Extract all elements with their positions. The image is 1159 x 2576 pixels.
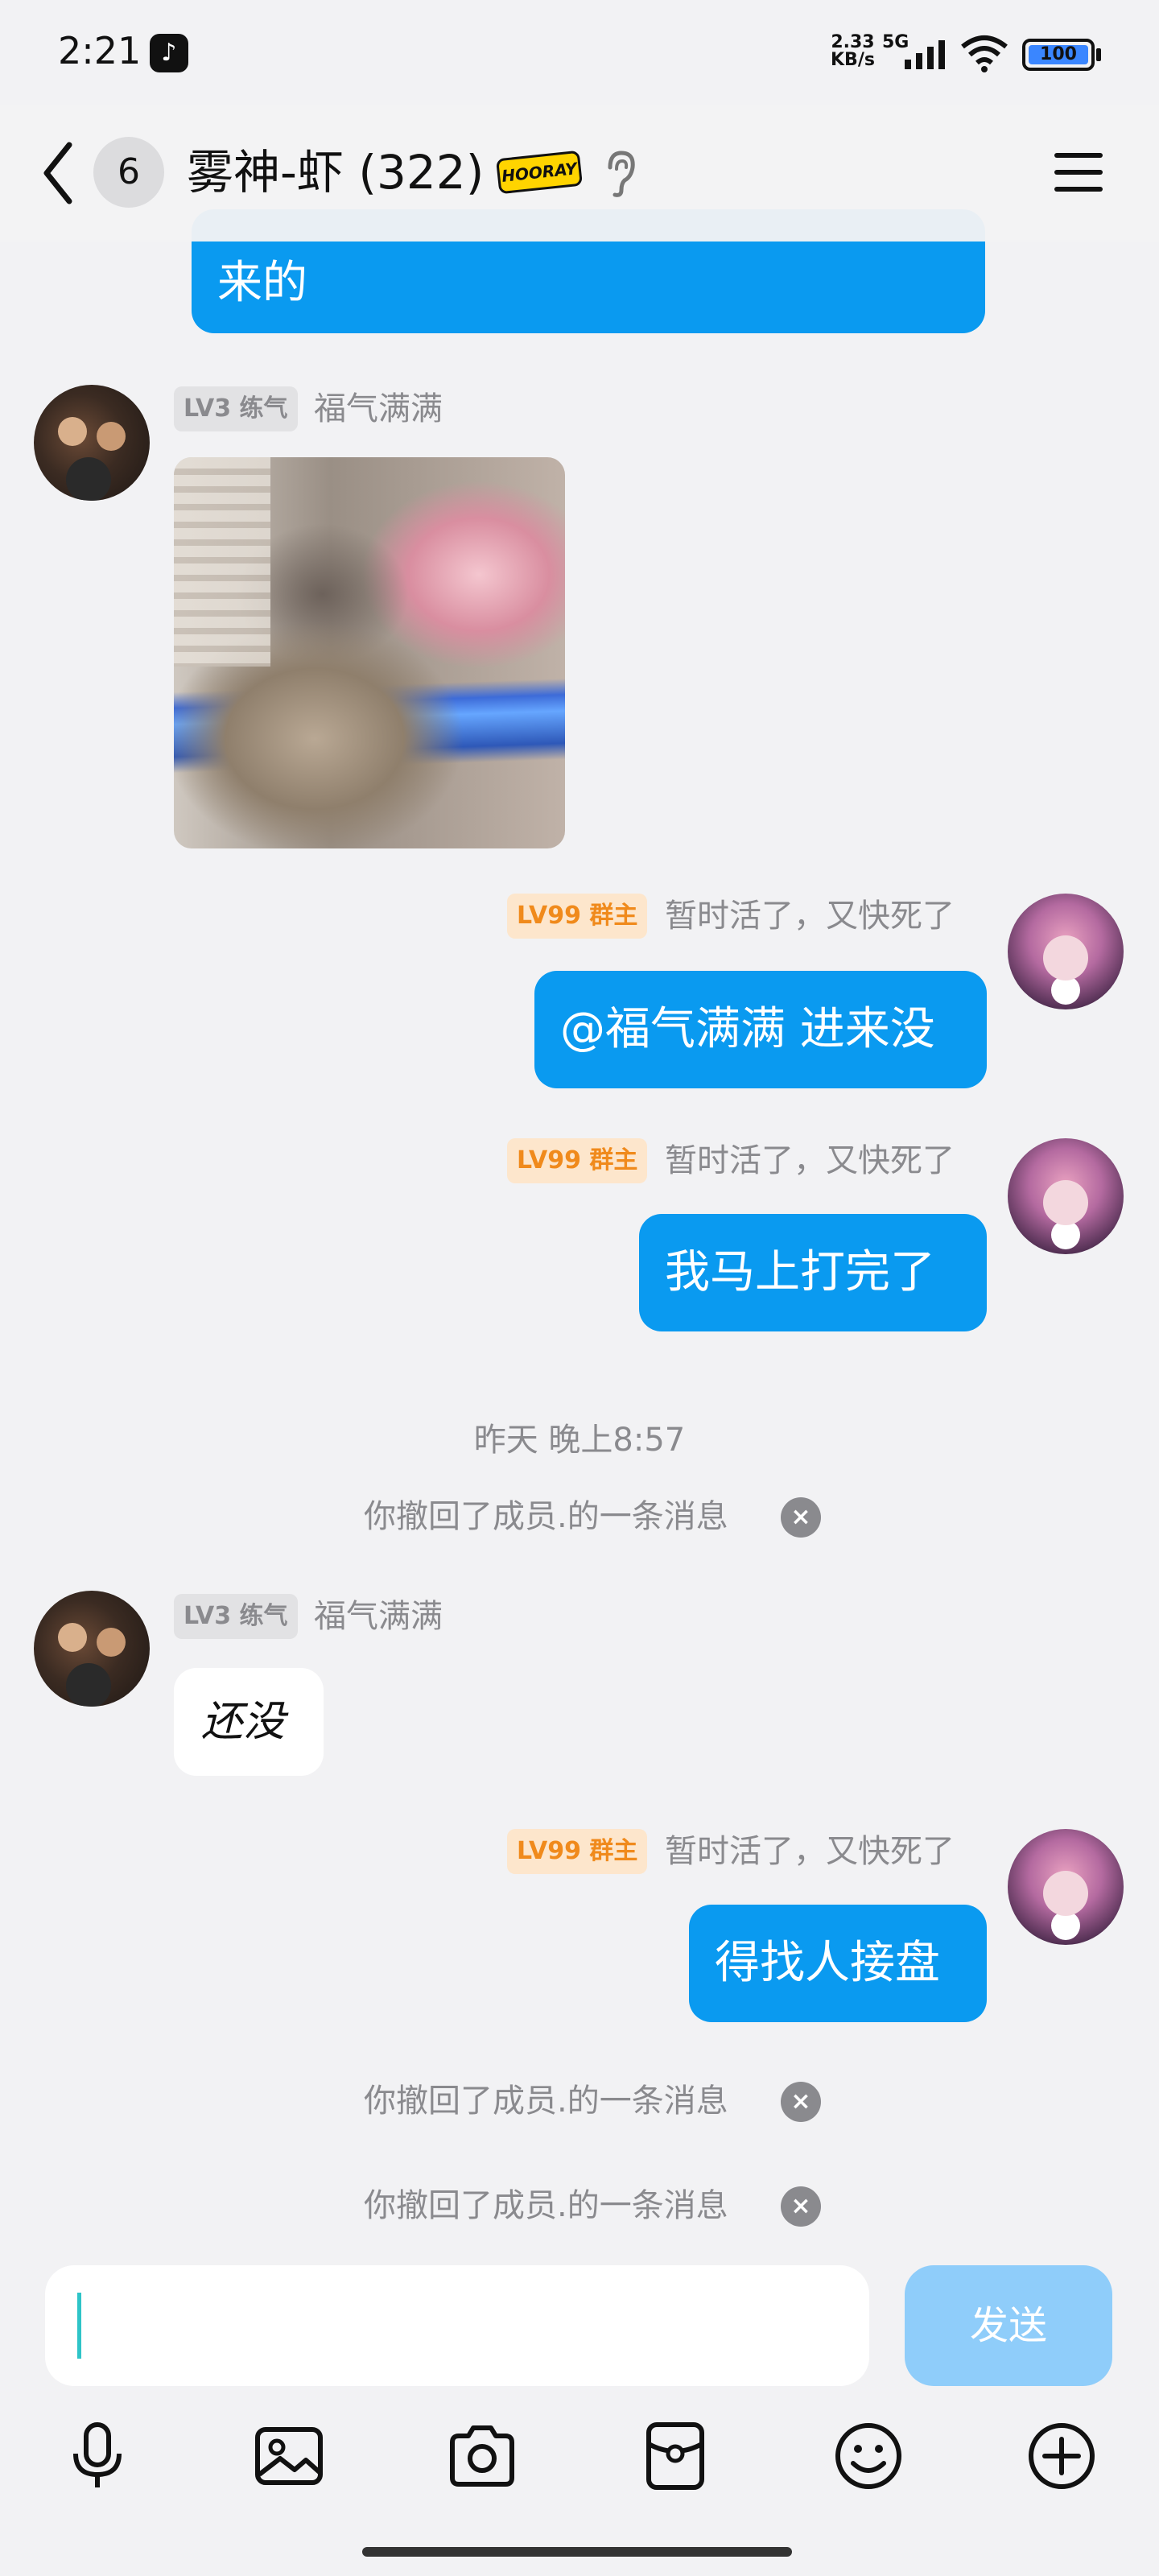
tiktok-icon: ♪ (150, 34, 188, 72)
hooray-badge[interactable]: HOORAY (495, 150, 584, 195)
message-text: 我马上打完了 (665, 1246, 935, 1298)
avatar[interactable] (1008, 894, 1124, 1009)
microphone-icon[interactable] (61, 2420, 134, 2492)
close-icon[interactable]: × (781, 2082, 821, 2122)
input-area: 发送 (0, 2246, 1159, 2576)
message-bubble-outgoing[interactable]: 得找人接盘 (689, 1905, 987, 2022)
back-icon[interactable] (37, 137, 82, 209)
net-speed: 2.33 KB/s (831, 34, 875, 69)
sender-name[interactable]: 暂时活了，又快死了 (665, 1138, 955, 1183)
battery-tip (1096, 48, 1101, 61)
unread-count-badge[interactable]: 6 (93, 137, 164, 208)
red-packet-icon[interactable] (639, 2420, 711, 2492)
signal-icon (905, 40, 945, 69)
image-icon[interactable] (253, 2420, 325, 2492)
message-image[interactable] (174, 457, 565, 848)
wifi-icon (961, 35, 1008, 72)
avatar[interactable] (34, 385, 150, 501)
text-caret (77, 2293, 81, 2359)
sender-name[interactable]: 暂时活了，又快死了 (665, 894, 955, 939)
send-button[interactable]: 发送 (905, 2265, 1112, 2386)
emoji-icon[interactable] (832, 2420, 905, 2492)
sender-name[interactable]: 福气满满 (314, 1594, 443, 1639)
avatar[interactable] (1008, 1829, 1124, 1945)
close-icon[interactable]: × (781, 1497, 821, 1538)
net-speed-unit: KB/s (831, 50, 875, 70)
net-speed-value: 2.33 (831, 32, 875, 52)
menu-icon[interactable] (1051, 145, 1106, 200)
camera-icon[interactable] (446, 2420, 518, 2492)
status-bar: 2:21 ♪ 2.33 KB/s 5G 100 (0, 0, 1159, 105)
sender-name[interactable]: 暂时活了，又快死了 (665, 1829, 955, 1874)
message-text: 得找人接盘 (715, 1937, 940, 1989)
message-text: 来的 (217, 257, 307, 309)
recall-notice: 你撤回了成员.的一条消息 (364, 1498, 728, 1535)
message-bubble-outgoing[interactable]: @福气满满 进来没 (534, 971, 987, 1088)
sender-name[interactable]: 福气满满 (314, 386, 443, 431)
member-level-tag: LV3 练气 (174, 1594, 298, 1639)
message-bubble-incoming[interactable]: 还没 (174, 1668, 324, 1776)
message-timestamp: 昨天 晚上8:57 (473, 1422, 686, 1459)
recall-notice: 你撤回了成员.的一条消息 (364, 2083, 728, 2120)
chat-title[interactable]: 雾神-虾 (322) (187, 137, 484, 208)
plus-icon[interactable] (1025, 2420, 1098, 2492)
recall-notice: 你撤回了成员.的一条消息 (364, 2187, 728, 2224)
message-text: @福气满满 进来没 (560, 1003, 935, 1055)
message-text: 还没 (201, 1698, 286, 1746)
status-time: 2:21 (58, 29, 142, 72)
ear-icon[interactable] (600, 150, 639, 198)
message-bubble-outgoing[interactable]: 我马上打完了 (639, 1214, 987, 1331)
member-level-tag: LV99 群主 (507, 894, 648, 939)
member-level-tag: LV99 群主 (507, 1138, 648, 1183)
avatar[interactable] (34, 1591, 150, 1707)
image-background-blinds (174, 457, 270, 667)
close-icon[interactable]: × (781, 2186, 821, 2227)
avatar[interactable] (1008, 1138, 1124, 1254)
message-input[interactable] (45, 2265, 869, 2386)
member-level-tag: LV3 练气 (174, 386, 298, 431)
battery-icon: 100 (1022, 39, 1095, 71)
home-indicator[interactable] (362, 2547, 792, 2557)
battery-level: 100 (1029, 45, 1088, 64)
member-level-tag: LV99 群主 (507, 1829, 648, 1874)
chat-header: 6 雾神-虾 (322) HOORAY (0, 105, 1159, 242)
